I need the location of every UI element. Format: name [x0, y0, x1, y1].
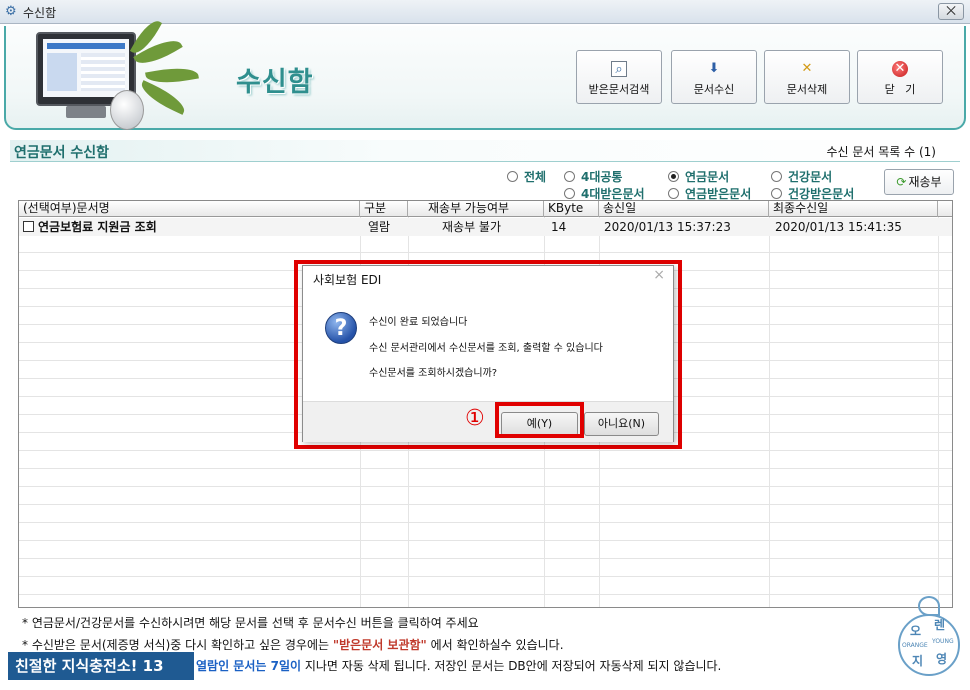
dialog-close-icon[interactable]: ×	[653, 267, 665, 283]
note-line-3-highlight: 열람인 문서는 7일이	[196, 659, 302, 673]
filter-radio-4common[interactable]: 4대공통	[564, 168, 622, 185]
column-header-name[interactable]: (선택여부)문서명	[19, 201, 360, 217]
table-header: (선택여부)문서명 구분 재송부 가능여부 KByte 송신일 최종수신일	[19, 201, 952, 217]
filter-radio-all[interactable]: 전체	[507, 168, 546, 185]
logo-char: 영	[936, 652, 948, 666]
resend-button[interactable]: ⟳ 재송부	[884, 169, 954, 195]
note-line-2: * 수신받은 문서(제증명 서식)중 다시 확인하고 싶은 경우에는 "받은문서…	[22, 636, 564, 653]
radio-circle-icon	[771, 188, 782, 199]
radio-selected-icon	[668, 171, 679, 182]
filter-label: 전체	[524, 170, 547, 184]
document-received-date: 2020/01/13 15:41:35	[775, 220, 902, 234]
filter-radio-pension[interactable]: 연금문서	[668, 168, 729, 185]
document-sent-date: 2020/01/13 15:37:23	[604, 220, 731, 234]
close-circle-icon: ✕	[892, 61, 908, 77]
search-received-label: 받은문서검색	[588, 83, 650, 96]
delete-document-icon: ✕	[801, 61, 813, 76]
note-line-3-text: 지나면 자동 삭제 됩니다. 저장인 문서는 DB안에 저장되어 자동삭제 되지…	[301, 659, 722, 673]
title-bar: ⚙ 수신함 ⨉	[0, 0, 970, 24]
logo-tagline-right: YOUNG	[932, 638, 954, 645]
step-marker: ①	[465, 406, 485, 431]
window-close-button[interactable]: ⨉	[938, 3, 964, 20]
mouse-illustration	[110, 90, 144, 130]
search-document-icon: ⌕	[611, 61, 627, 77]
logo-char: 오	[910, 624, 922, 638]
dialog-footer: 예(Y) 아니요(N)	[303, 401, 673, 442]
logo-leaf-icon	[918, 596, 940, 616]
filter-label: 4대공통	[581, 170, 623, 184]
delete-document-button[interactable]: ✕ 문서삭제	[764, 50, 850, 104]
search-received-button[interactable]: ⌕ 받은문서검색	[576, 50, 662, 104]
monitor-stand-illustration	[66, 106, 106, 118]
section-title: 연금문서 수신함	[14, 145, 110, 161]
filter-label: 건강받은문서	[788, 187, 855, 201]
column-header-received[interactable]: 최종수신일	[769, 201, 938, 217]
filter-label: 4대받은문서	[581, 187, 645, 201]
window-title: 수신함	[23, 6, 57, 20]
radio-circle-icon	[564, 188, 575, 199]
radio-circle-icon	[564, 171, 575, 182]
radio-circle-icon	[771, 171, 782, 182]
watermark-banner: 친절한 지식충전소! 13	[8, 652, 194, 680]
note-line-2-tail: 에서 확인하실수 있습니다.	[426, 638, 564, 652]
filter-radio-health[interactable]: 건강문서	[771, 168, 832, 185]
refresh-icon: ⟳	[896, 175, 907, 189]
note-line-3: 열람인 문서는 7일이 지나면 자동 삭제 됩니다. 저장인 문서는 DB안에 …	[196, 657, 721, 674]
column-header-kbyte[interactable]: KByte	[544, 201, 599, 217]
radio-circle-icon	[668, 188, 679, 199]
confirm-dialog: 사회보험 EDI × ? 수신이 완료 되었습니다 수신 문서관리에서 수신문서…	[302, 265, 674, 442]
document-type: 열람	[368, 220, 391, 234]
note-line-2-text: * 수신받은 문서(제증명 서식)중 다시 확인하고 싶은 경우에는	[22, 638, 333, 652]
receive-document-icon: ⬇	[708, 61, 720, 76]
receive-document-button[interactable]: ⬇ 문서수신	[671, 50, 757, 104]
radio-circle-icon	[507, 171, 518, 182]
column-header-sent[interactable]: 송신일	[599, 201, 769, 217]
logo-char: 렌	[934, 618, 946, 632]
app-gear-icon: ⚙	[5, 4, 17, 19]
document-kbyte: 14	[551, 220, 567, 234]
logo-tagline-left: ORANGE	[902, 642, 928, 649]
document-count: 수신 문서 목록 수 (1)	[826, 145, 936, 159]
document-name: 연금보험료 지원금 조회	[38, 220, 157, 234]
filter-label: 건강문서	[788, 170, 833, 184]
delete-document-label: 문서삭제	[786, 83, 828, 96]
dialog-message-3: 수신문서를 조회하시겠습니까?	[369, 368, 498, 379]
column-header-type[interactable]: 구분	[360, 201, 408, 217]
close-label: 닫 기	[884, 83, 916, 96]
document-resend: 재송부 불가	[442, 220, 502, 234]
question-icon: ?	[325, 312, 357, 344]
column-header-resend[interactable]: 재송부 가능여부	[408, 201, 544, 217]
filter-label: 연금문서	[685, 170, 730, 184]
note-line-1: * 연금문서/건강문서를 수신하시려면 해당 문서를 선택 후 문서수신 버튼을…	[22, 616, 479, 630]
close-button[interactable]: ✕ 닫 기	[857, 50, 943, 104]
yes-highlight-box	[495, 402, 584, 438]
logo-char: 지	[912, 654, 924, 668]
table-row[interactable]: 연금보험료 지원금 조회 열람 재송부 불가 14 2020/01/13 15:…	[19, 218, 952, 236]
resend-label: 재송부	[908, 175, 942, 189]
leaf-illustration	[137, 80, 189, 115]
no-button[interactable]: 아니요(N)	[584, 412, 659, 436]
filter-label: 연금받은문서	[685, 187, 752, 201]
dialog-message-2: 수신 문서관리에서 수신문서를 조회, 출력할 수 있습니다	[369, 343, 603, 354]
dialog-message-1: 수신이 완료 되었습니다	[369, 317, 468, 328]
note-line-2-highlight: "받은문서 보관함"	[332, 638, 427, 652]
dialog-title: 사회보험 EDI	[313, 273, 382, 287]
section-bar: 연금문서 수신함 수신 문서 목록 수 (1)	[10, 140, 960, 162]
header-banner: 수신함 ⌕ 받은문서검색 ⬇ 문서수신 ✕ 문서삭제 ✕ 닫 기	[4, 16, 966, 130]
row-checkbox[interactable]	[23, 221, 34, 232]
orange-young-logo: 오 렌 지 영 ORANGE YOUNG	[894, 594, 964, 678]
receive-document-label: 문서수신	[693, 83, 735, 96]
page-title: 수신함	[236, 67, 314, 98]
